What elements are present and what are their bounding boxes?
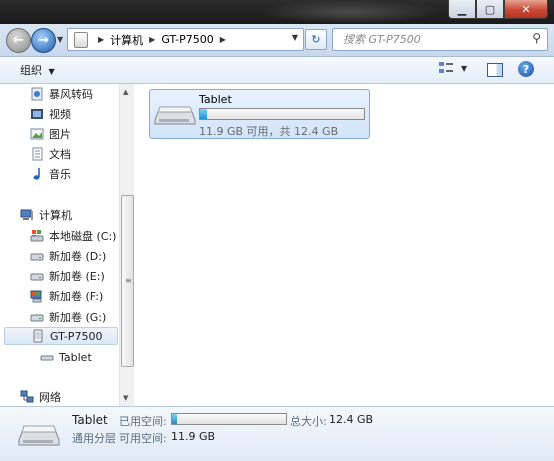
forward-arrow-icon: →	[38, 33, 49, 48]
sidebar-item-label: 网络	[39, 391, 61, 404]
document-library-icon	[32, 147, 43, 161]
media-app-icon	[31, 87, 43, 101]
sidebar-item-gt-p7500[interactable]: GT-P7500	[4, 327, 118, 345]
details-total-label: 总大小:	[290, 415, 327, 428]
back-button[interactable]: ←	[6, 28, 31, 53]
view-options-icon	[439, 62, 453, 73]
details-name: Tablet	[72, 413, 108, 427]
back-arrow-icon: ←	[13, 33, 24, 48]
breadcrumb-device[interactable]: GT-P7500	[161, 33, 213, 46]
details-usage-fill	[172, 414, 177, 424]
search-input[interactable]	[341, 29, 525, 50]
storage-free-text: 11.9 GB 可用，共 12.4 GB	[199, 125, 339, 138]
storage-name: Tablet	[199, 93, 232, 106]
drive-icon	[30, 253, 44, 261]
details-free-label: 可用空间:	[119, 432, 167, 445]
details-total-value: 12.4 GB	[329, 413, 374, 426]
organize-label: 组织	[20, 64, 42, 77]
sidebar-item-label: 新加卷 (D:)	[49, 250, 107, 263]
storage-usage-bar	[199, 108, 365, 120]
sidebar-item-label: Tablet	[59, 350, 92, 364]
system-drive-icon	[30, 230, 44, 242]
sidebar-item-label: 音乐	[49, 168, 71, 181]
minimize-button[interactable]: ▁	[448, 0, 476, 19]
address-dropdown-icon[interactable]: ▼	[292, 33, 298, 42]
recent-pages-dropdown[interactable]: ▼	[57, 35, 63, 44]
sidebar-item-label: 文档	[49, 148, 71, 161]
chevron-down-icon: ▼	[48, 67, 55, 76]
close-button[interactable]: ✕	[504, 0, 548, 19]
details-usage-bar	[171, 413, 287, 425]
chevron-right-icon[interactable]: ▶	[98, 35, 104, 44]
refresh-icon: ↻	[311, 33, 321, 46]
refresh-button[interactable]: ↻	[305, 29, 327, 50]
computer-icon	[20, 209, 33, 220]
grip-icon: ≡	[125, 276, 132, 285]
network-icon	[20, 390, 34, 403]
minimize-icon: ▁	[457, 2, 467, 16]
title-bar[interactable]: ▁ ▢ ✕	[0, 0, 554, 24]
view-dropdown-icon[interactable]: ▼	[461, 64, 467, 73]
command-bar: 组织 ▼ ▼ ?	[0, 57, 554, 84]
title-bar-glow	[260, 0, 440, 24]
picture-library-icon	[30, 128, 44, 140]
sidebar-item-label: 新加卷 (E:)	[49, 270, 105, 283]
drive-icon	[30, 273, 44, 281]
search-icon[interactable]: ⚲	[532, 31, 541, 45]
network-drive-icon	[30, 290, 42, 303]
explorer-window: ▁ ▢ ✕ ← → ▼ ▶ 计算机 ▶ GT-P7500 ▶ ▼ ↻ ⚲ 组织 …	[0, 0, 554, 461]
removable-drive-icon	[154, 106, 196, 125]
chevron-right-icon[interactable]: ▶	[149, 35, 155, 44]
file-list: Tablet 11.9 GB 可用，共 12.4 GB	[134, 84, 554, 406]
scroll-up-icon[interactable]: ▲	[123, 88, 128, 96]
details-pane: Tablet 通用分层 已用空间: 总大小: 12.4 GB 可用空间: 11.…	[0, 406, 554, 461]
chevron-right-icon[interactable]: ▶	[220, 35, 226, 44]
sidebar-item-label: GT-P7500	[50, 329, 103, 343]
sidebar-item-label: 新加卷 (F:)	[49, 290, 104, 303]
music-library-icon	[33, 168, 40, 180]
organize-button[interactable]: 组织 ▼	[20, 62, 55, 78]
sidebar-item-label: 本地磁盘 (C:)	[49, 230, 117, 243]
help-button[interactable]: ?	[518, 61, 534, 77]
sidebar-item-label: 暴风转码	[49, 88, 93, 101]
close-icon: ✕	[521, 2, 531, 16]
storage-usage-fill	[200, 109, 207, 119]
drive-icon	[30, 314, 44, 322]
scrollbar-thumb[interactable]: ≡	[121, 195, 134, 367]
sidebar-scrollbar[interactable]: ▲ ≡ ▼	[119, 84, 134, 406]
help-icon: ?	[522, 62, 530, 76]
breadcrumb-computer[interactable]: 计算机	[110, 32, 143, 48]
sidebar-item-label: 计算机	[39, 209, 72, 222]
video-library-icon	[31, 109, 43, 119]
sidebar-item-label: 视频	[49, 108, 71, 121]
sidebar-item-label: 图片	[49, 128, 71, 141]
address-bar[interactable]: ▶ 计算机 ▶ GT-P7500 ▶ ▼	[67, 28, 304, 51]
forward-button[interactable]: →	[31, 28, 56, 53]
removable-drive-icon	[18, 425, 60, 446]
portable-device-icon	[33, 329, 43, 343]
details-used-label: 已用空间:	[119, 415, 167, 428]
search-box[interactable]: ⚲	[332, 28, 548, 51]
scroll-down-icon[interactable]: ▼	[123, 394, 128, 402]
maximize-icon: ▢	[484, 2, 496, 16]
details-type: 通用分层	[72, 432, 116, 445]
window-controls: ▁ ▢ ✕	[448, 0, 548, 20]
storage-tile-tablet[interactable]: Tablet 11.9 GB 可用，共 12.4 GB	[149, 89, 370, 139]
change-view-button[interactable]	[438, 61, 454, 75]
address-row: ← → ▼ ▶ 计算机 ▶ GT-P7500 ▶ ▼ ↻ ⚲	[0, 24, 554, 57]
details-free-value: 11.9 GB	[171, 430, 216, 443]
navigation-pane: 暴风转码 视频 图片 文档 音乐 计算机 本地磁盘 (C:) 新加卷 (D:) …	[0, 84, 134, 406]
preview-pane-button[interactable]	[487, 63, 503, 77]
sidebar-item-label: 新加卷 (G:)	[49, 311, 107, 324]
storage-icon	[40, 355, 54, 361]
device-icon	[74, 31, 88, 48]
maximize-button[interactable]: ▢	[476, 0, 504, 19]
